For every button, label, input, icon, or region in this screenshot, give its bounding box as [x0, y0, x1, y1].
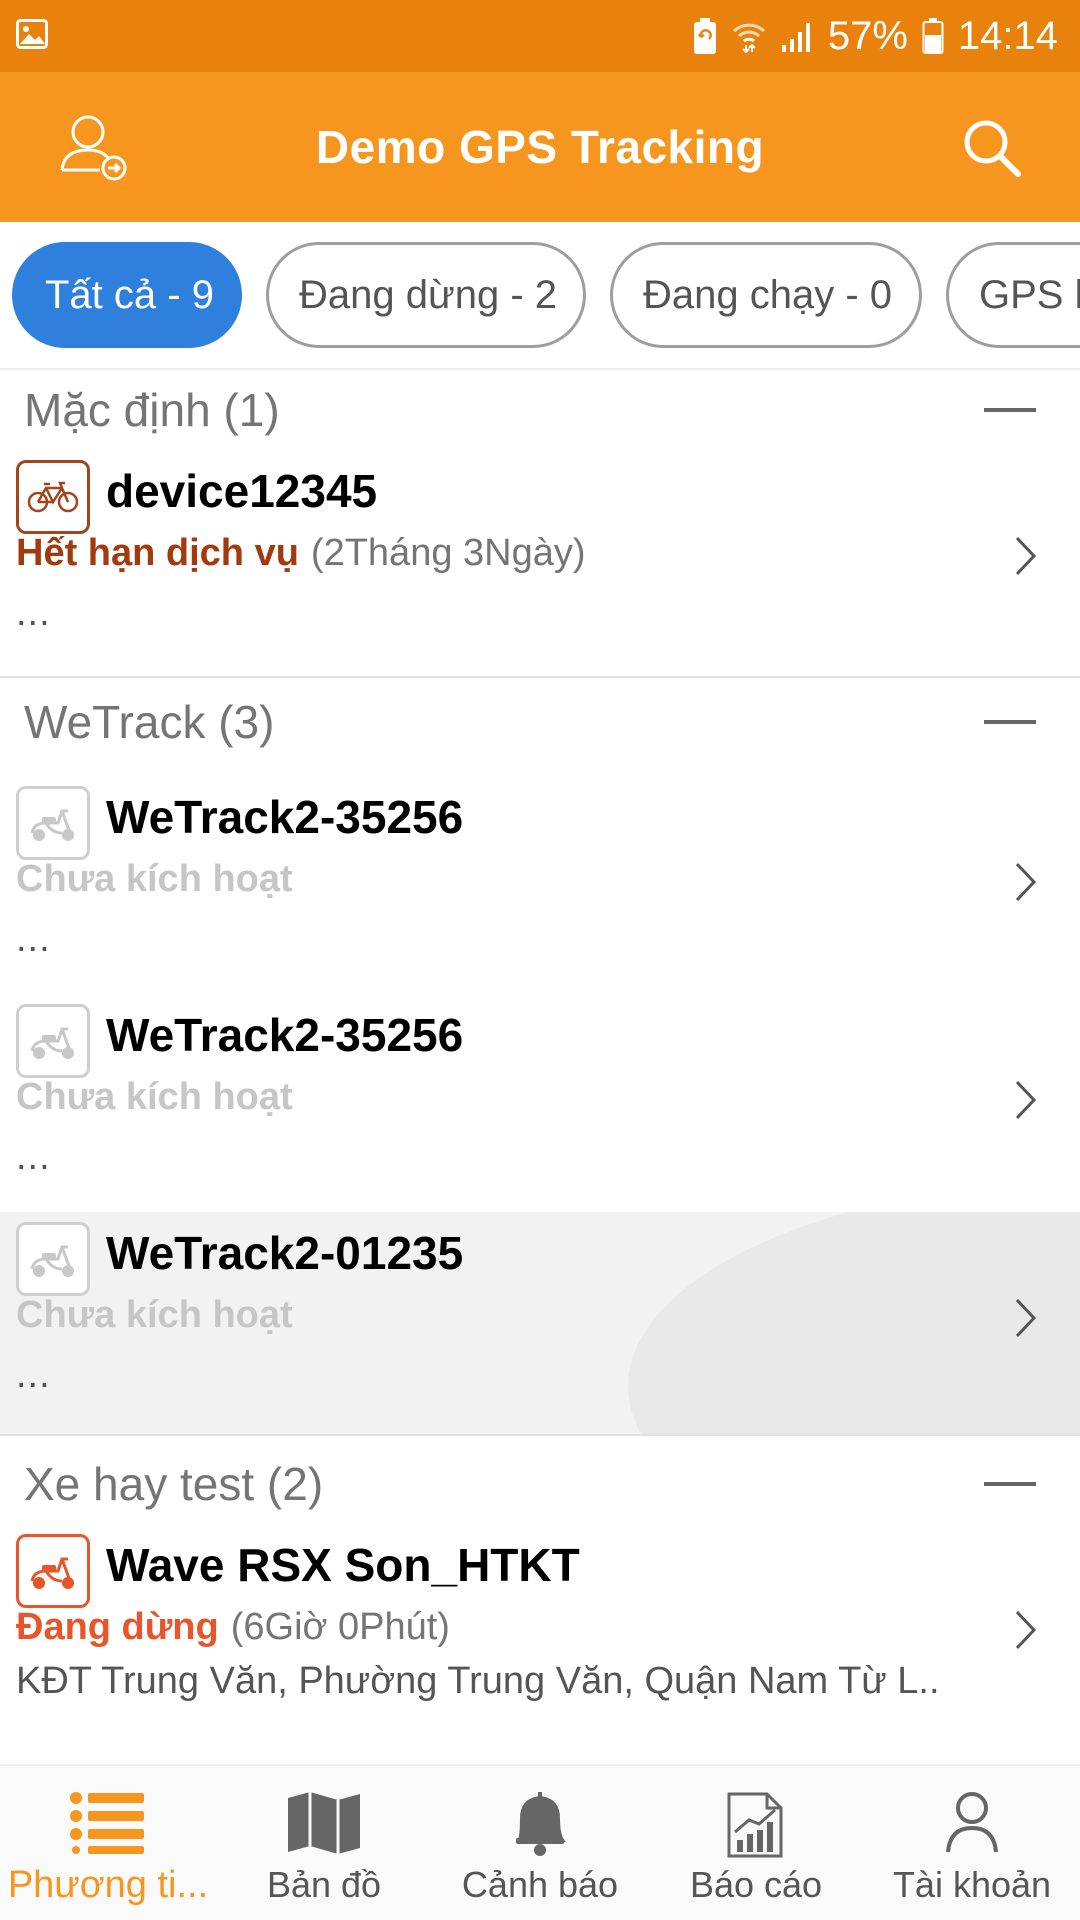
scooter-icon — [16, 1534, 90, 1608]
battery-percent: 57% — [827, 13, 908, 58]
vehicle-name: WeTrack2-35256 — [106, 791, 464, 843]
vehicle-status: Đang dừng (6Giờ 0Phút) — [16, 1606, 450, 1649]
status-label: Đang dừng — [16, 1606, 219, 1648]
vehicle-row[interactable]: WeTrack2-35256 Chưa kích hoạt ... — [0, 994, 1080, 1212]
vehicle-row[interactable]: Wave RSX Son_HTKT Đang dừng (6Giờ 0Phút) … — [0, 1524, 1080, 1742]
vehicle-name: WeTrack2-01235 — [106, 1227, 464, 1279]
group-header[interactable]: Xe hay test (2) — [0, 1444, 1080, 1524]
group-header[interactable]: Mặc định (1) — [0, 370, 1080, 450]
group-title: WeTrack (3) — [24, 696, 275, 748]
status-label: Chưa kích hoạt — [16, 858, 293, 900]
vehicle-address: ... — [16, 918, 51, 960]
chevron-right-icon — [1012, 1608, 1040, 1652]
report-icon — [723, 1790, 789, 1865]
nav-label: Bản đồ — [266, 1864, 382, 1905]
status-duration: (2Tháng 3Ngày) — [310, 532, 586, 574]
collapse-icon[interactable] — [984, 720, 1036, 724]
vehicle-name: Wave RSX Son_HTKT — [106, 1539, 580, 1591]
nav-label: Cảnh báo — [461, 1864, 619, 1905]
scooter-icon — [16, 786, 90, 860]
nav-label: Phương ti... — [7, 1864, 209, 1906]
status-bar: 57% 14:14 — [0, 0, 1080, 72]
vehicle-status: Hết hạn dịch vụ (2Tháng 3Ngày) — [16, 532, 586, 575]
group-title: Mặc định (1) — [24, 384, 280, 436]
app-title: Demo GPS Tracking — [315, 121, 765, 173]
bell-icon — [510, 1790, 570, 1861]
nav-label: Báo cáo — [689, 1864, 823, 1905]
vehicle-row[interactable]: WeTrack2-01235 Chưa kích hoạt ... — [0, 1212, 1080, 1436]
vehicle-list: Mặc định (1) device12345 Hết hạn dịch vụ… — [0, 370, 1080, 1764]
scooter-icon — [16, 1222, 90, 1296]
status-label: Hết hạn dịch vụ — [16, 532, 299, 574]
status-duration: (6Giờ 0Phút) — [230, 1606, 450, 1648]
chevron-right-icon — [1012, 1078, 1040, 1122]
vehicle-name: WeTrack2-35256 — [106, 1009, 464, 1061]
filter-chip-running[interactable]: Đang chạy - 0 — [610, 242, 922, 348]
collapse-icon[interactable] — [984, 1482, 1036, 1486]
account-icon — [944, 1790, 1000, 1859]
nav-map[interactable]: Bản đồ — [216, 1766, 432, 1920]
list-icon — [70, 1790, 146, 1859]
filter-chip-bar: Tất cả - 9 Đang dừng - 2 Đang chạy - 0 G… — [0, 222, 1080, 370]
vehicle-row[interactable]: device12345 Hết hạn dịch vụ (2Tháng 3Ngày… — [0, 450, 1080, 678]
clock: 14:14 — [957, 13, 1058, 58]
chevron-right-icon — [1012, 534, 1040, 578]
wifi-icon — [732, 19, 766, 53]
group-title: Xe hay test (2) — [24, 1458, 324, 1510]
vehicle-address: ... — [16, 592, 51, 634]
battery-icon — [922, 17, 944, 55]
status-label: Chưa kích hoạt — [16, 1294, 293, 1336]
vehicle-status: Chưa kích hoạt — [16, 1076, 293, 1119]
app-screen: 57% 14:14 Demo GPS Tracking Tất cả - 9 Đ… — [0, 0, 1080, 1920]
vehicle-row[interactable]: WeTrack2-35256 Chưa kích hoạt ... — [0, 776, 1080, 994]
nav-alerts[interactable]: Cảnh báo — [432, 1766, 648, 1920]
gallery-notification-icon — [16, 18, 48, 54]
filter-chip-gps[interactable]: GPS k — [946, 242, 1080, 348]
chevron-right-icon — [1012, 860, 1040, 904]
vehicle-status: Chưa kích hoạt — [16, 1294, 293, 1337]
bottom-navigation: Phương ti... Bản đồ Cảnh báo Báo cáo Tài… — [0, 1764, 1080, 1920]
chevron-right-icon — [1012, 1296, 1040, 1340]
filter-chip-stopped[interactable]: Đang dừng - 2 — [266, 242, 586, 348]
vehicle-name: device12345 — [106, 465, 378, 517]
battery-saver-icon — [692, 17, 718, 55]
vehicle-status: Chưa kích hoạt — [16, 858, 293, 901]
vehicle-address: KĐT Trung Văn, Phường Trung Văn, Quận Na… — [16, 1660, 940, 1702]
nav-vehicles[interactable]: Phương ti... — [0, 1766, 216, 1920]
status-label: Chưa kích hoạt — [16, 1076, 293, 1118]
signal-icon — [780, 19, 814, 53]
filter-chip-all[interactable]: Tất cả - 9 — [12, 242, 242, 348]
search-icon[interactable] — [960, 116, 1024, 180]
map-icon — [286, 1790, 362, 1861]
collapse-icon[interactable] — [984, 408, 1036, 412]
nav-account[interactable]: Tài khoản — [864, 1766, 1080, 1920]
bicycle-icon — [16, 460, 90, 534]
app-bar: Demo GPS Tracking — [0, 72, 1080, 222]
group-header[interactable]: WeTrack (3) — [0, 682, 1080, 762]
vehicle-address: ... — [16, 1354, 51, 1396]
scooter-icon — [16, 1004, 90, 1078]
nav-reports[interactable]: Báo cáo — [648, 1766, 864, 1920]
nav-label: Tài khoản — [892, 1864, 1052, 1905]
account-switch-icon[interactable] — [56, 110, 136, 190]
vehicle-address: ... — [16, 1136, 51, 1178]
